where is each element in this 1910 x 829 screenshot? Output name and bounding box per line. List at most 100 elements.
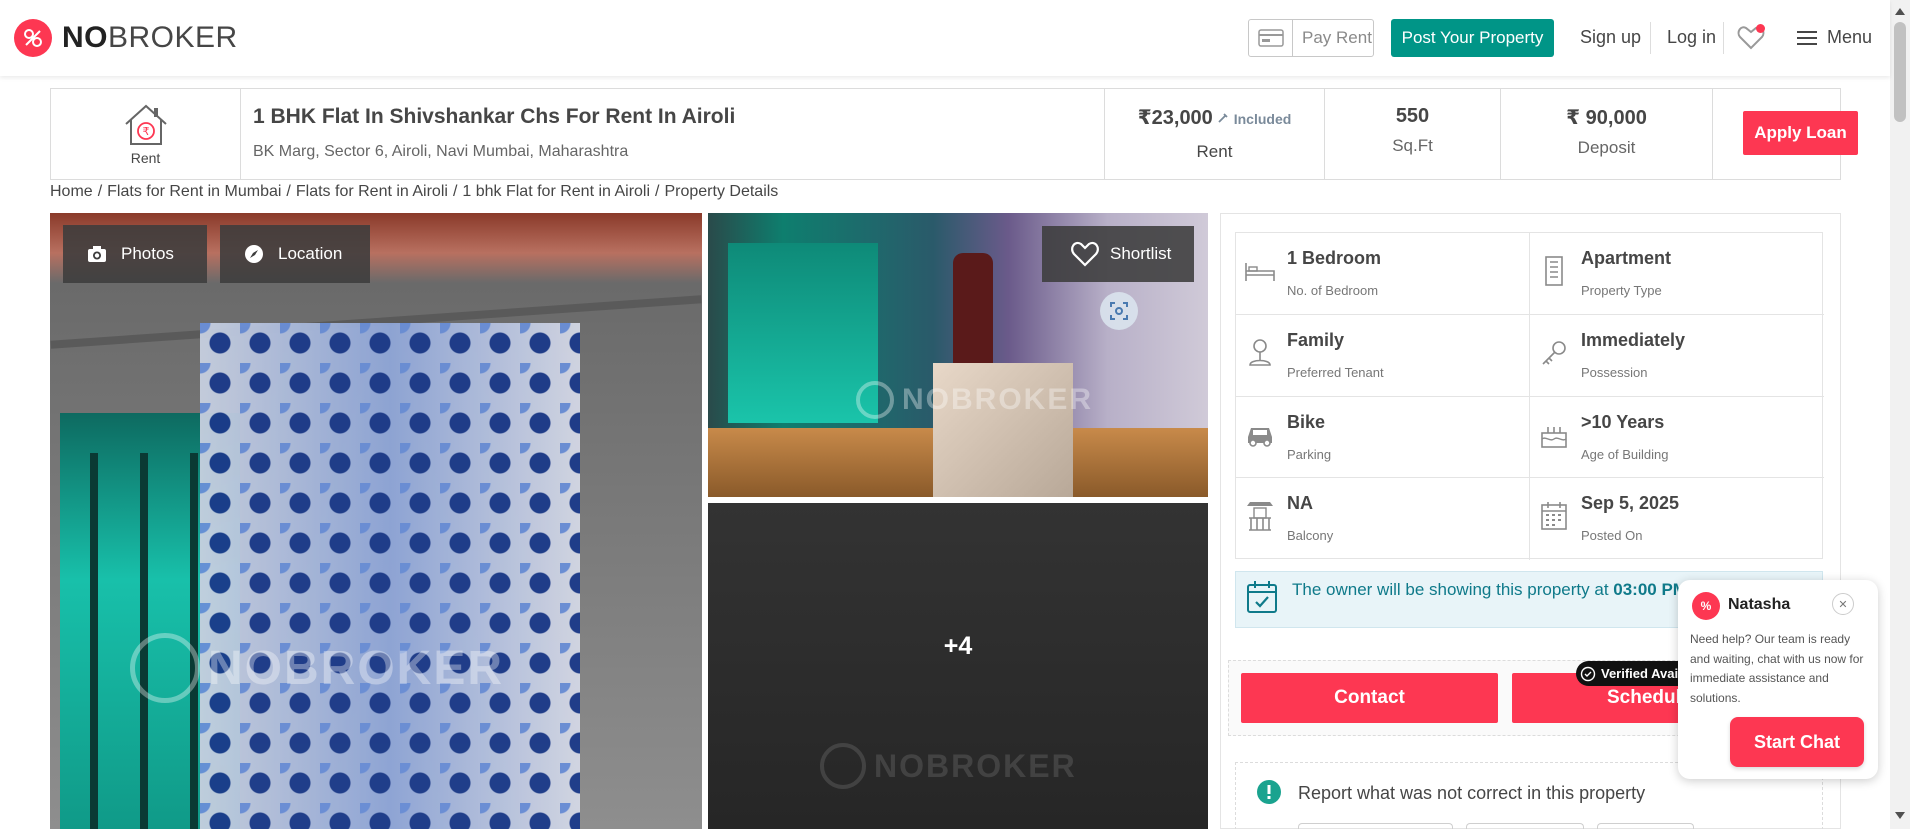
deposit-value: ₹ 90,000 [1566, 107, 1647, 129]
report-option-chip[interactable] [1298, 823, 1453, 829]
photo-watermark: NOBROKER [130, 633, 504, 703]
cake-icon [1538, 419, 1570, 451]
photo-curtain [200, 323, 580, 829]
breadcrumb-home[interactable]: Home [50, 183, 93, 201]
menu-button[interactable]: Menu [1797, 27, 1872, 48]
scroll-up-arrow-icon[interactable] [1895, 8, 1905, 15]
logo-mark-icon [14, 19, 52, 57]
shortlist-button[interactable]: Shortlist [1042, 226, 1194, 282]
chat-popup: % Natasha ✕ Need help? Our team is ready… [1678, 580, 1878, 779]
detail-bedroom: 1 Bedroom No. of Bedroom [1236, 233, 1530, 315]
area-cell: 550 Sq.Ft [1325, 89, 1501, 179]
maintenance-icon [1218, 113, 1228, 123]
post-property-button[interactable]: Post Your Property [1391, 19, 1554, 57]
report-option-chip[interactable] [1466, 823, 1584, 829]
area-value: 550 [1395, 105, 1430, 127]
watermark-logo-icon [130, 633, 200, 703]
breadcrumb-mumbai[interactable]: Flats for Rent in Mumbai [107, 183, 281, 201]
svg-text:₹: ₹ [142, 125, 149, 138]
report-option-chip[interactable] [1597, 823, 1694, 829]
sign-up-link[interactable]: Sign up [1580, 27, 1641, 48]
property-overview-grid: 1 Bedroom No. of Bedroom Apartment Prope… [1235, 232, 1824, 560]
hamburger-icon [1797, 30, 1817, 45]
detail-possession: Immediately Possession [1530, 315, 1824, 397]
breadcrumb-current: Property Details [664, 183, 779, 200]
house-rupee-icon: ₹ [124, 104, 167, 145]
menu-label: Menu [1827, 27, 1873, 47]
heart-icon [1071, 241, 1099, 267]
photo-hanging-coat [953, 253, 993, 373]
camera-icon [88, 246, 106, 262]
shortlist-label: Shortlist [1110, 244, 1172, 263]
chat-agent-name: Natasha [1728, 596, 1791, 613]
breadcrumb-separator: / [286, 183, 291, 200]
location-label: Location [278, 244, 343, 263]
apply-loan-cell: Apply Loan [1713, 89, 1858, 179]
car-icon [1244, 419, 1276, 451]
breadcrumb-airoli[interactable]: Flats for Rent in Airoli [296, 183, 448, 201]
detail-balcony: NA Balcony [1236, 478, 1530, 560]
detail-parking: Bike Parking [1236, 396, 1530, 479]
scroll-down-arrow-icon[interactable] [1895, 812, 1905, 819]
detail-preferred-tenant: Family Preferred Tenant [1236, 314, 1530, 397]
rent-label: Rent [1196, 142, 1233, 161]
nobroker-logo[interactable]: NOBROKER [14, 19, 238, 57]
bed-icon [1244, 255, 1276, 287]
breadcrumb-1bhk-airoli[interactable]: 1 bhk Flat for Rent in Airoli [462, 183, 650, 201]
calendar-check-icon [1247, 581, 1277, 613]
rent-included-label: Included [1233, 111, 1292, 127]
compass-icon [245, 245, 263, 263]
rent-cell: ₹23,000 Included Rent [1105, 89, 1325, 179]
photos-button[interactable]: Photos [63, 225, 207, 283]
breadcrumb-separator: / [655, 183, 660, 200]
check-circle-icon [1580, 666, 1596, 681]
log-in-link[interactable]: Log in [1667, 27, 1716, 48]
more-photos-count: +4 [943, 631, 973, 660]
balcony-icon [1244, 500, 1276, 532]
scroll-thumb[interactable] [1894, 22, 1906, 122]
chat-message: Need help? Our team is ready and waiting… [1690, 632, 1864, 705]
calendar-icon [1538, 500, 1570, 532]
watermark-logo-icon [856, 381, 894, 419]
area-unit: Sq.Ft [1392, 136, 1433, 155]
apply-loan-button[interactable]: Apply Loan [1743, 111, 1858, 155]
tenant-icon [1244, 337, 1276, 369]
report-text: Report what was not correct in this prop… [1298, 783, 1646, 803]
photos-label: Photos [121, 244, 174, 263]
logo-wordmark: NOBROKER [62, 21, 238, 54]
deposit-label: Deposit [1577, 138, 1636, 157]
breadcrumb-separator: / [452, 183, 458, 200]
rent-value: ₹23,000 [1137, 107, 1213, 129]
page-scrollbar[interactable] [1890, 0, 1910, 829]
top-header: NOBROKER Pay Rent Post Your Property Sig… [0, 0, 1890, 76]
photo-watermark: NOBROKER [856, 381, 1093, 419]
location-button[interactable]: Location [220, 225, 370, 283]
start-chat-button[interactable]: Start Chat [1730, 717, 1864, 767]
contact-button[interactable]: Contact [1241, 673, 1498, 723]
image-scan-icon[interactable] [1100, 292, 1138, 330]
nav-divider [1723, 22, 1724, 54]
property-title: 1 BHK Flat In Shivshankar Chs For Rent I… [253, 105, 736, 128]
breadcrumb-separator: / [97, 183, 103, 200]
shortlist-heart-icon[interactable] [1737, 24, 1765, 56]
credit-card-icon [1249, 20, 1293, 56]
building-icon [1538, 255, 1570, 287]
key-icon [1538, 337, 1570, 369]
breadcrumb: Home / Flats for Rent in Mumbai / Flats … [50, 183, 778, 201]
title-cell: 1 BHK Flat In Shivshankar Chs For Rent I… [241, 89, 1105, 179]
more-photos-tile[interactable]: NOBROKER +4 [708, 503, 1208, 829]
pay-rent-button[interactable]: Pay Rent [1248, 19, 1374, 57]
detail-building-age: >10 Years Age of Building [1530, 397, 1824, 479]
agent-avatar-icon: % [1692, 592, 1720, 620]
main-property-photo[interactable]: NOBROKER Photos Location [50, 213, 702, 829]
close-icon[interactable]: ✕ [1832, 593, 1854, 615]
notification-dot [1756, 24, 1765, 33]
detail-posted-on: Sep 5, 2025 Posted On [1530, 478, 1824, 560]
nav-divider [1650, 22, 1651, 54]
pay-rent-label: Pay Rent [1302, 28, 1372, 47]
property-address: BK Marg, Sector 6, Airoli, Navi Mumbai, … [253, 143, 629, 160]
detail-property-type: Apartment Property Type [1530, 233, 1824, 315]
deposit-cell: ₹ 90,000 Deposit [1501, 89, 1713, 179]
alert-icon [1257, 780, 1281, 804]
listing-type-label: Rent [130, 150, 161, 166]
